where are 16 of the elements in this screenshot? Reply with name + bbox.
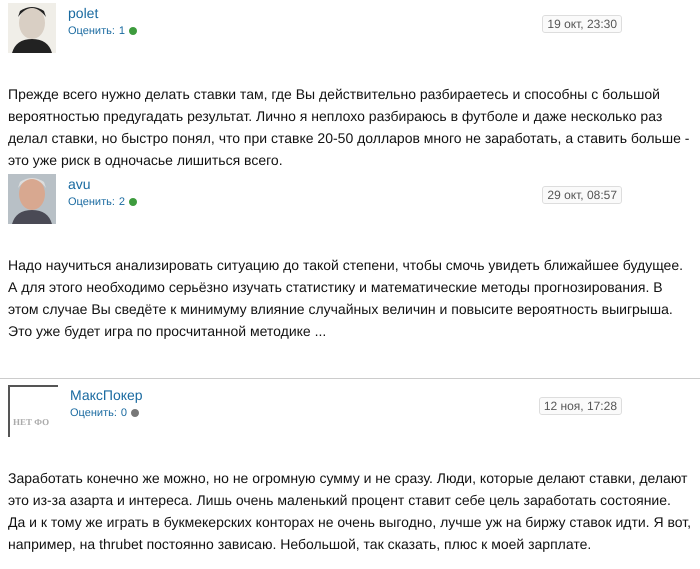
post-date: 19 окт, 23:30 — [542, 15, 622, 33]
post-text: Надо научиться анализировать ситуацию до такой степени, чтобы смочь увидеть ближайшее будущее. А для этого необходимо серьёзно изучать статистику и математические методы прогнозирования. В этом случае Вы сведёте к минимуму влияние случайных величин и повысите вероятность выигрыша. Это уже будет игра по просчитанной методике ... — [7, 256, 684, 341]
post-date: 12 ноя, 17:28 — [538, 397, 622, 415]
rate-link[interactable]: Оценить: — [68, 25, 115, 37]
author-link[interactable]: polet — [68, 3, 542, 21]
rating-count: 2 — [118, 196, 126, 208]
no-photo-label: НЕТ ФО — [12, 417, 50, 429]
post-text: Заработать конечно же можно, но не огромную сумму и не сразу. Люди, которые делают ставки, делают это из-за азарта и интереса. Лишь очень маленький процент ставит себе цель заработать состояние. Да и к тому же играть в букмекерских конторах не очень выгодно, лучше уж на биржу ставок идти. Я вот, например, на thrubet постоянно зависаю. Небольшой, так сказать, плюс к моей зарплате. — [7, 469, 692, 554]
post-date: 29 окт, 08:57 — [542, 186, 622, 204]
rating-count: 1 — [118, 25, 126, 37]
author-link[interactable]: avu — [68, 174, 542, 192]
rate-link[interactable]: Оценить: — [70, 407, 117, 419]
rate-link[interactable]: Оценить: — [68, 196, 115, 208]
rating-count: 0 — [120, 407, 128, 419]
author-link[interactable]: МаксПокер — [70, 385, 539, 403]
post-text: Прежде всего нужно делать ставки там, где Вы действительно разбираетесь и способны с большой вероятностью предугадать результат. Лично я неплохо разбираюсь в футболе и даже несколько раз делал ставки, но быстро понял, что при ставке 20-50 долларов много не заработать, а ставить больше - это уже риск в одночасье лишиться всего. — [7, 85, 690, 170]
